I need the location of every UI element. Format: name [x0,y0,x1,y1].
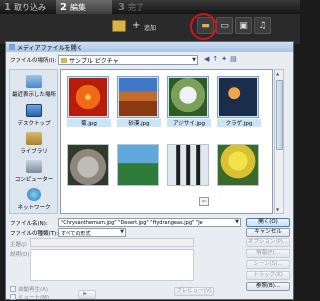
app-toolbar: + 追加 ▬ ▭ ▣ ♫ [0,14,300,44]
place-recent[interactable]: 最近表示した場所 [10,75,58,98]
scene-button[interactable]: シーン(S)... [246,260,290,269]
file-item[interactable]: アジサイ.jpg [167,76,211,127]
step-finish-label: 完了 [127,2,144,12]
computer-icon [26,160,42,173]
step-edit-label: 編集 [69,2,86,12]
file-item[interactable] [67,144,111,187]
thumbnail [117,144,159,186]
scroll-up-icon[interactable]: ▲ [276,71,279,76]
place-network[interactable]: ネットワーク [10,188,58,211]
open-media-dialog: メディアファイルを開く ファイルの場所(I): サンプル ピクチャ ▼ ◀ ↑ … [5,41,294,301]
track-button[interactable]: トラック(K) [246,271,290,280]
auto-play-checkbox[interactable]: 自動再生(A) [10,285,48,293]
image-icon[interactable]: ▣ [235,17,252,34]
thumbnail [167,76,209,118]
thumbnail [217,76,259,118]
step-capture[interactable]: 1 取り込み [4,0,52,14]
back-icon[interactable]: ◀ [204,55,209,63]
places-bar: 最近表示した場所 デスクトップ ライブラリ コンピューター ネットワーク [9,69,58,214]
file-name: クラゲ.jpg [217,119,261,127]
file-list-scrollbar[interactable]: ▲ ▼ [274,69,284,214]
file-name: アジサイ.jpg [167,119,211,127]
thumbnail [217,144,259,186]
new-folder-icon[interactable]: ✦ [221,55,227,63]
file-item[interactable]: クラゲ.jpg [217,76,261,127]
description-label: 説明(D) [10,252,30,258]
file-item[interactable]: 砂漠.jpg [117,76,161,127]
info-button[interactable]: 情報(F)... [246,249,290,258]
checkbox-box [10,294,16,300]
look-in-value: サンプル ピクチャ [69,57,119,65]
file-item[interactable]: 菊.jpg [67,76,111,127]
dialog-titlebar: メディアファイルを開く [6,42,293,52]
chevron-down-icon: ▼ [192,57,196,63]
open-button[interactable]: 開く(O) [246,218,290,227]
look-in-combo[interactable]: サンプル ピクチャ ▼ [58,55,198,65]
chevron-down-icon: ▼ [235,219,239,225]
dialog-title: メディアファイルを開く [17,44,83,52]
network-icon [27,188,41,201]
add-label[interactable]: 追加 [144,23,156,32]
preview-button[interactable]: プレビュー(V) [174,287,214,296]
place-desktop[interactable]: デスクトップ [10,104,58,127]
subject-field[interactable] [30,238,194,247]
dialog-icon [9,44,15,50]
library-icon [26,132,42,145]
filename-value: "Chrysanthemum.jpg" "Desert.jpg" "Hydran… [61,220,203,226]
music-icon[interactable]: ♫ [254,17,271,34]
scroll-down-icon[interactable]: ▼ [276,207,279,212]
thumbnail [67,76,109,118]
play-button[interactable]: ▶ · [78,290,96,299]
place-computer[interactable]: コンピューター [10,160,58,183]
look-in-label: ファイルの場所(I): [10,58,57,64]
file-list[interactable]: 菊.jpg 砂漠.jpg アジサイ.jpg クラゲ.jpg [60,69,273,214]
file-item[interactable] [217,144,261,187]
file-name: 砂漠.jpg [117,119,161,127]
insert-icon[interactable]: ⇦ [199,197,209,206]
filetype-select[interactable]: すべての形式 ▼ [58,228,126,237]
filename-label: ファイル名(N): [10,221,48,227]
thumbnail [67,144,109,186]
desktop-icon [26,104,42,117]
add-icon[interactable]: + [132,20,140,31]
file-name: 菊.jpg [67,119,111,127]
browse-button[interactable]: 参照(B)... [246,282,290,291]
checkbox-box [10,286,16,292]
place-library[interactable]: ライブラリ [10,132,58,155]
filetype-label: ファイルの種類(T): [10,231,59,237]
thumbnail [117,76,159,118]
description-area[interactable] [30,249,194,281]
step-edit[interactable]: 2 編集 [56,0,112,14]
up-folder-icon[interactable]: ↑ [212,55,218,63]
filetype-value: すべての形式 [61,231,91,237]
chevron-down-icon: ▼ [120,229,124,235]
cancel-button[interactable]: キャンセル [246,228,290,237]
subject-label: 主題(J) [10,242,27,248]
step-capture-label: 取り込み [13,2,46,12]
folder-icon [61,57,67,63]
file-item[interactable] [117,144,161,187]
thumbnail [167,144,209,186]
view-menu-icon[interactable]: ▤ [230,55,237,63]
video-icon[interactable]: ▭ [216,17,233,34]
step-bar: 1 取り込み 2 編集 3 完了 [0,0,300,14]
highlight-circle [190,13,217,40]
scrollbar-thumb[interactable] [276,80,283,150]
recent-places-icon [26,75,42,88]
options-button[interactable]: オプション(P)... [246,238,290,247]
file-item[interactable] [167,144,211,187]
folder-icon[interactable] [112,20,126,32]
step-finish[interactable]: 3 完了 [118,0,158,14]
filename-field[interactable]: "Chrysanthemum.jpg" "Desert.jpg" "Hydran… [58,218,241,227]
